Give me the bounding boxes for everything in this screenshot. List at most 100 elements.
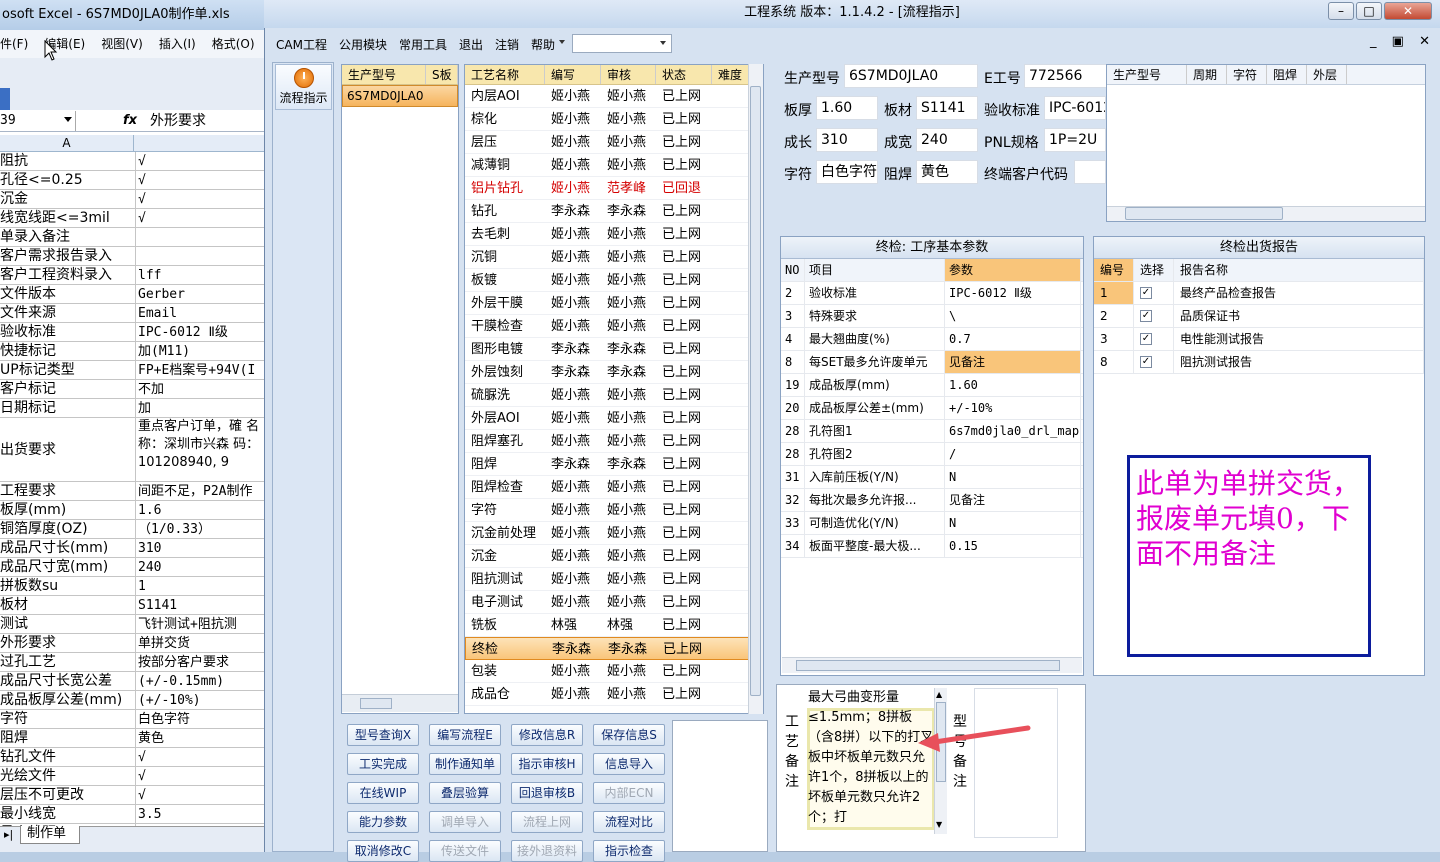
excel-menu-item[interactable]: 件(F) (0, 30, 28, 58)
process-row[interactable]: 沉铜 姬小燕 姬小燕 已上网 (465, 246, 763, 269)
excel-cell-a[interactable]: 快捷标记 (0, 342, 136, 360)
report-checkbox[interactable]: ✓ (1140, 309, 1152, 322)
excel-cell-a[interactable]: 外形要求 (0, 634, 136, 652)
column-header-a[interactable]: A (0, 135, 134, 152)
name-box-dropdown-icon[interactable] (64, 117, 72, 122)
excel-cell-a[interactable]: 成品板厚公差(mm) (0, 691, 136, 709)
action-button[interactable]: 回退审核B (511, 782, 583, 804)
excel-cell-b[interactable]: 加 (136, 399, 264, 417)
minimize-button[interactable]: – (1328, 2, 1354, 20)
excel-cell-a[interactable]: 成品尺寸长宽公差 (0, 672, 136, 690)
process-row[interactable]: 铣板 林强 林强 已上网 (465, 614, 763, 637)
report-col-name[interactable]: 报告名称 (1174, 259, 1424, 281)
report-row[interactable]: 3 ✓ 电性能测试报告 (1094, 328, 1424, 351)
excel-cell-a[interactable]: UP标记类型 (0, 361, 136, 379)
history-col-char[interactable]: 字符 (1227, 65, 1267, 84)
process-row[interactable]: 阻焊塞孔 姬小燕 姬小燕 已上网 (465, 430, 763, 453)
process-col-name[interactable]: 工艺名称 (465, 65, 545, 84)
excel-cell-a[interactable]: 板材 (0, 596, 136, 614)
action-button[interactable]: 指示检查 (593, 840, 665, 862)
excel-cell-b[interactable]: 间距不足，P2A制作 (136, 482, 264, 500)
excel-cell-b[interactable]: 1 (136, 577, 264, 595)
action-button[interactable]: 在线WIP (347, 782, 419, 804)
action-button[interactable]: 传送文件 (429, 840, 501, 862)
action-button[interactable]: 工实完成 (347, 753, 419, 775)
excel-cell-b[interactable]: 白色字符 (136, 710, 264, 728)
fx-icon[interactable]: fx (120, 111, 140, 131)
action-button[interactable]: 叠层验算 (429, 782, 501, 804)
param-row[interactable]: 19 成品板厚(mm) 1.60 (781, 374, 1083, 397)
app-menu-item[interactable]: 公用模块 (339, 36, 387, 53)
report-col-no[interactable]: 编号 (1094, 259, 1134, 281)
sheet-tab[interactable]: 制作单 (20, 826, 80, 844)
excel-cell-b[interactable]: lff (136, 266, 264, 284)
process-row[interactable]: 层压 姬小燕 姬小燕 已上网 (465, 131, 763, 154)
param-row[interactable]: 32 每批次最多允许报... 见备注 (781, 489, 1083, 512)
param-row[interactable]: 3 特殊要求 \ (781, 305, 1083, 328)
flow-guide-button[interactable]: 流程指示 (275, 64, 332, 110)
model-remark-text[interactable] (974, 688, 1058, 838)
close-button[interactable]: ✕ (1384, 2, 1432, 20)
report-row[interactable]: 2 ✓ 品质保证书 (1094, 305, 1424, 328)
pnl-field[interactable]: 1P=2U (1044, 128, 1106, 152)
process-row[interactable]: 阻抗测试 姬小燕 姬小燕 已上网 (465, 568, 763, 591)
param-row[interactable]: 8 每SET最多允许废单元 见备注 (781, 351, 1083, 374)
excel-cell-a[interactable]: 日期标记 (0, 399, 136, 417)
maximize-button[interactable]: □ (1356, 2, 1382, 20)
action-button[interactable]: 修改信息R (511, 724, 583, 746)
excel-cell-b[interactable]: 加(M11) (136, 342, 264, 360)
excel-cell-a[interactable]: 客户工程资料录入 (0, 266, 136, 284)
action-button[interactable]: 调单导入 (429, 811, 501, 833)
app-menu-item[interactable]: 帮助 (531, 36, 555, 53)
excel-cell-b[interactable]: √ (136, 786, 264, 804)
action-button[interactable]: 取消修改C (347, 840, 419, 862)
model-list-hscroll[interactable] (342, 694, 458, 712)
excel-cell-b[interactable]: FP+E档案号+94V(I (136, 361, 264, 379)
process-row[interactable]: 硫脲洗 姬小燕 姬小燕 已上网 (465, 384, 763, 407)
excel-cell-a[interactable]: 过孔工艺 (0, 653, 136, 671)
excel-cell-a[interactable]: 验收标准 (0, 323, 136, 341)
excel-cell-a[interactable]: 文件版本 (0, 285, 136, 303)
excel-cell-b[interactable]: IPC-6012 Ⅱ级 (136, 323, 264, 341)
report-checkbox[interactable]: ✓ (1140, 286, 1152, 299)
mask-field[interactable]: 黄色 (916, 160, 978, 184)
process-row[interactable]: 终检 李永森 李永森 已上网 (465, 637, 763, 660)
excel-cell-b[interactable]: 飞针测试+阻抗测 (136, 615, 264, 633)
param-row[interactable]: 4 最大翘曲度(%) 0.7 (781, 328, 1083, 351)
process-row[interactable]: 减薄铜 姬小燕 姬小燕 已上网 (465, 154, 763, 177)
action-button[interactable]: 编写流程E (429, 724, 501, 746)
process-row[interactable]: 去毛刺 姬小燕 姬小燕 已上网 (465, 223, 763, 246)
action-button[interactable]: 信息导入 (593, 753, 665, 775)
process-row[interactable]: 钻孔 李永森 李永森 已上网 (465, 200, 763, 223)
app-menu-item[interactable]: CAM工程 (276, 36, 327, 53)
menu-combo[interactable] (572, 34, 672, 53)
history-col-model[interactable]: 生产型号 (1107, 65, 1187, 84)
excel-cell-b[interactable]: √ (136, 209, 264, 227)
customer-code-field[interactable] (1074, 160, 1106, 184)
app-menu-item[interactable]: 注销 (495, 36, 519, 53)
excel-cell-b[interactable]: 1.6 (136, 501, 264, 519)
process-row[interactable]: 字符 姬小燕 姬小燕 已上网 (465, 499, 763, 522)
process-row[interactable]: 外层干膜 姬小燕 姬小燕 已上网 (465, 292, 763, 315)
action-button[interactable]: 能力参数 (347, 811, 419, 833)
excel-cell-a[interactable]: 客户需求报告录入 (0, 247, 136, 265)
process-row[interactable]: 外层AOI 姬小燕 姬小燕 已上网 (465, 407, 763, 430)
excel-cell-b[interactable]: 按部分客户要求 (136, 653, 264, 671)
model-row-selected[interactable]: 6S7MD0JLA0 (342, 85, 458, 107)
process-row[interactable]: 阻焊 李永森 李永森 已上网 (465, 453, 763, 476)
length-field[interactable]: 310 (816, 128, 878, 152)
excel-cell-a[interactable]: 层压不可更改 (0, 786, 136, 804)
excel-cell-b[interactable]: √ (136, 171, 264, 189)
scroll-thumb[interactable] (360, 698, 392, 709)
process-row[interactable]: 图形电镀 李永森 李永森 已上网 (465, 338, 763, 361)
excel-cell-a[interactable]: 板厚(mm) (0, 501, 136, 519)
app-menu-item[interactable]: 退出 (459, 36, 483, 53)
action-button[interactable]: 型号查询X (347, 724, 419, 746)
param-col-item[interactable]: 项目 (805, 259, 945, 281)
excel-cell-b[interactable]: (+/-10%) (136, 691, 264, 709)
model-field[interactable]: 6S7MD0JLA0 (844, 64, 978, 88)
excel-cell-a[interactable]: 工程要求 (0, 482, 136, 500)
history-col-cycle[interactable]: 周期 (1187, 65, 1227, 84)
excel-cell-b[interactable]: 重点客户订单，確 名称：深圳市兴森 码：101208940, 9 (136, 418, 264, 481)
excel-cell-a[interactable]: 成品尺寸长(mm) (0, 539, 136, 557)
